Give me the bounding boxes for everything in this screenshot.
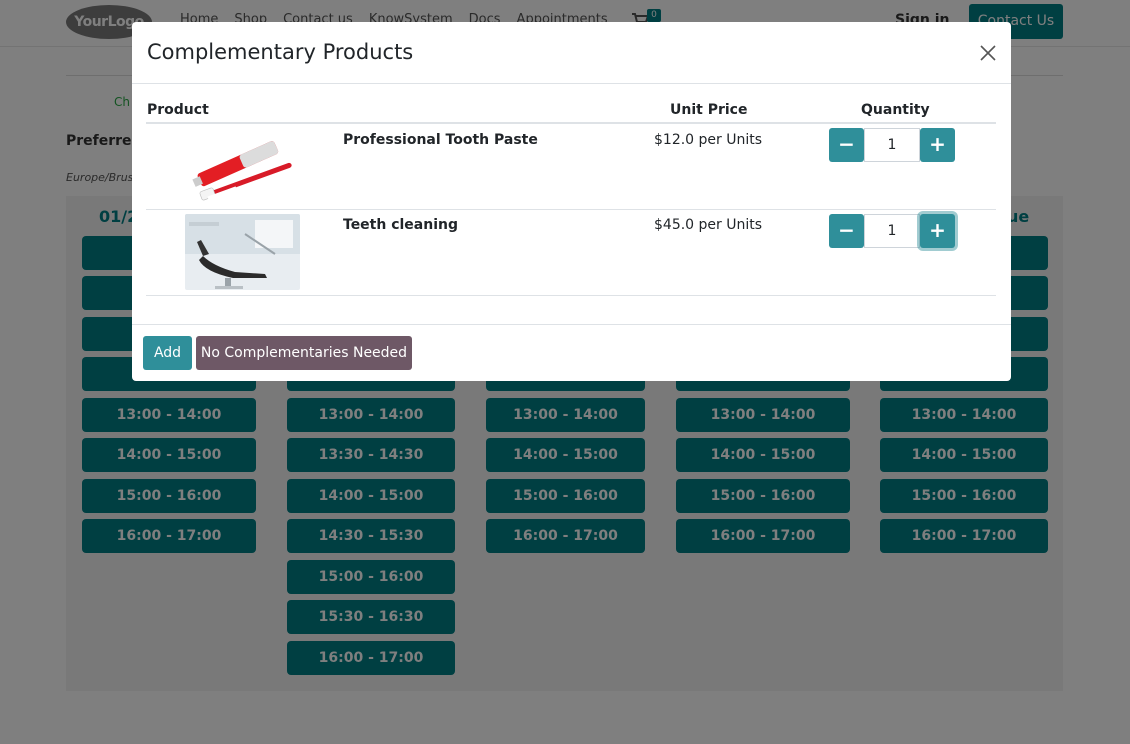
product-price: $45.0 per Units (654, 217, 763, 233)
quantity-increase-button[interactable]: + (920, 128, 955, 162)
table-header-divider (146, 122, 996, 124)
toothpaste-image (185, 128, 300, 204)
row-divider (146, 209, 996, 210)
row-divider (146, 295, 996, 296)
product-name: Teeth cleaning (343, 217, 459, 233)
dental-chair-image (185, 214, 300, 290)
quantity-input[interactable] (864, 128, 920, 162)
modal-footer-divider (132, 324, 1011, 325)
no-complementaries-button[interactable]: No Complementaries Needed (196, 336, 412, 370)
quantity-decrease-button[interactable]: − (829, 128, 864, 162)
modal-title: Complementary Products (147, 40, 414, 64)
complementary-products-modal: Complementary Products Product Unit Pric… (132, 22, 1011, 381)
product-name: Professional Tooth Paste (343, 132, 538, 148)
quantity-input[interactable] (864, 214, 920, 248)
quantity-decrease-button[interactable]: − (829, 214, 864, 248)
quantity-increase-button[interactable]: + (920, 214, 955, 248)
close-icon[interactable] (978, 43, 998, 63)
product-price: $12.0 per Units (654, 132, 763, 148)
add-button[interactable]: Add (143, 336, 192, 370)
column-header-unit-price: Unit Price (670, 102, 748, 118)
modal-header-divider (132, 83, 1011, 84)
column-header-quantity: Quantity (861, 102, 930, 118)
column-header-product: Product (147, 102, 209, 118)
